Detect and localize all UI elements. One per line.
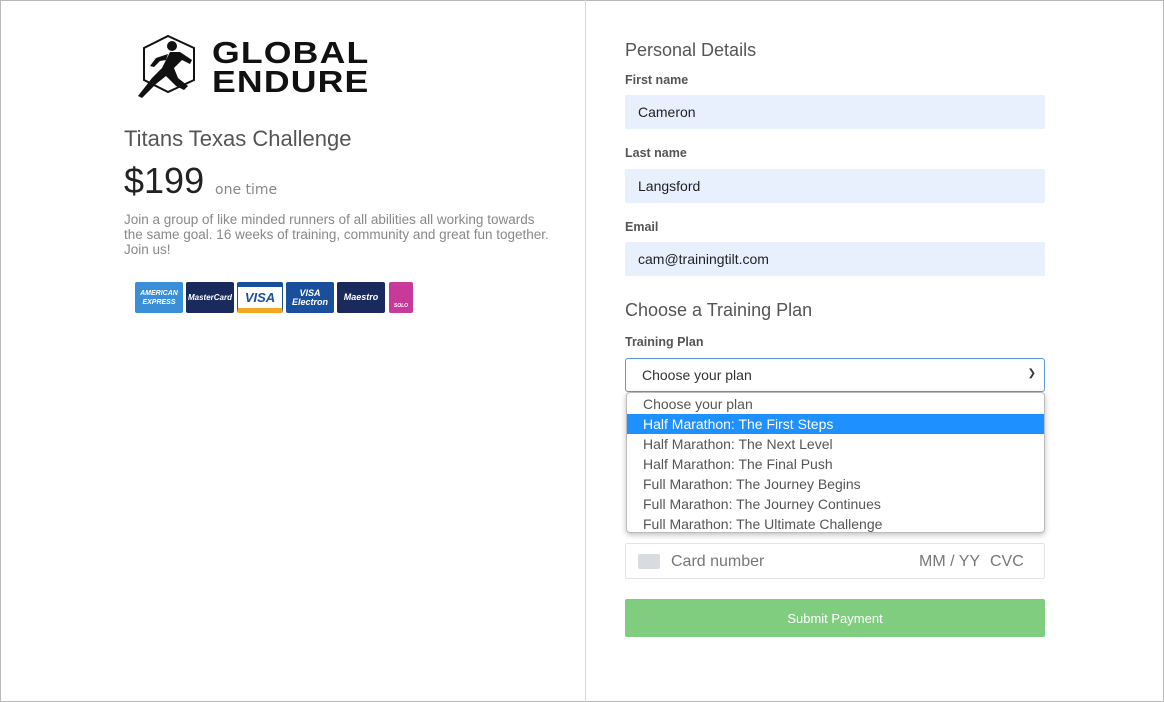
training-plan-select[interactable]: Choose your plan ❯	[625, 358, 1045, 392]
email-field[interactable]: cam@trainingtilt.com	[625, 242, 1045, 276]
plan-option[interactable]: Half Marathon: The Next Level	[627, 434, 1044, 454]
training-plan-heading: Choose a Training Plan	[625, 300, 813, 320]
training-plan-label: Training Plan	[625, 335, 704, 349]
event-price: $199	[124, 160, 205, 201]
solo-card-icon: SOLO	[389, 282, 413, 313]
amex-card-icon: AMERICAN EXPRESS	[135, 282, 183, 313]
runner-logo-icon	[138, 34, 195, 98]
plan-option[interactable]: Full Marathon: The Journey Continues	[627, 494, 1044, 514]
plan-option[interactable]: Half Marathon: The Final Push	[627, 454, 1044, 474]
plan-option[interactable]: Choose your plan	[627, 394, 1044, 414]
event-description: Join a group of like minded runners of a…	[124, 212, 549, 257]
credit-card-icon	[638, 554, 660, 569]
chevron-down-icon: ❯	[1027, 368, 1036, 379]
plan-option[interactable]: Full Marathon: The Ultimate Challenge	[627, 514, 1044, 532]
cvc-placeholder: CVC	[990, 553, 1024, 570]
maestro-card-icon: Maestro	[337, 282, 385, 313]
card-number-field[interactable]: Card number MM / YY CVC	[625, 543, 1045, 579]
brand-name: GLOBAL ENDURE	[212, 35, 370, 99]
last-name-label: Last name	[625, 146, 687, 160]
column-divider	[585, 0, 586, 702]
event-title: Titans Texas Challenge	[124, 126, 352, 151]
email-label: Email	[625, 220, 659, 234]
mastercard-card-icon: MasterCard	[186, 282, 234, 313]
submit-payment-button[interactable]: Submit Payment	[625, 599, 1045, 637]
personal-details-heading: Personal Details	[625, 40, 757, 60]
expiry-placeholder: MM / YY	[919, 553, 981, 570]
first-name-field[interactable]: Cameron	[625, 95, 1045, 129]
card-number-placeholder: Card number	[671, 553, 765, 570]
plan-option[interactable]: Half Marathon: The First Steps	[627, 414, 1044, 434]
visa-electron-card-icon: VISA Electron	[286, 282, 334, 313]
plan-option[interactable]: Full Marathon: The Journey Begins	[627, 474, 1044, 494]
price-frequency: one time	[215, 182, 278, 198]
visa-card-icon: VISA	[237, 282, 283, 313]
plan-dropdown-list: Choose your plan Half Marathon: The Firs…	[626, 392, 1045, 533]
selected-plan: Choose your plan	[642, 367, 752, 383]
first-name-label: First name	[625, 73, 689, 87]
last-name-field[interactable]: Langsford	[625, 169, 1045, 203]
